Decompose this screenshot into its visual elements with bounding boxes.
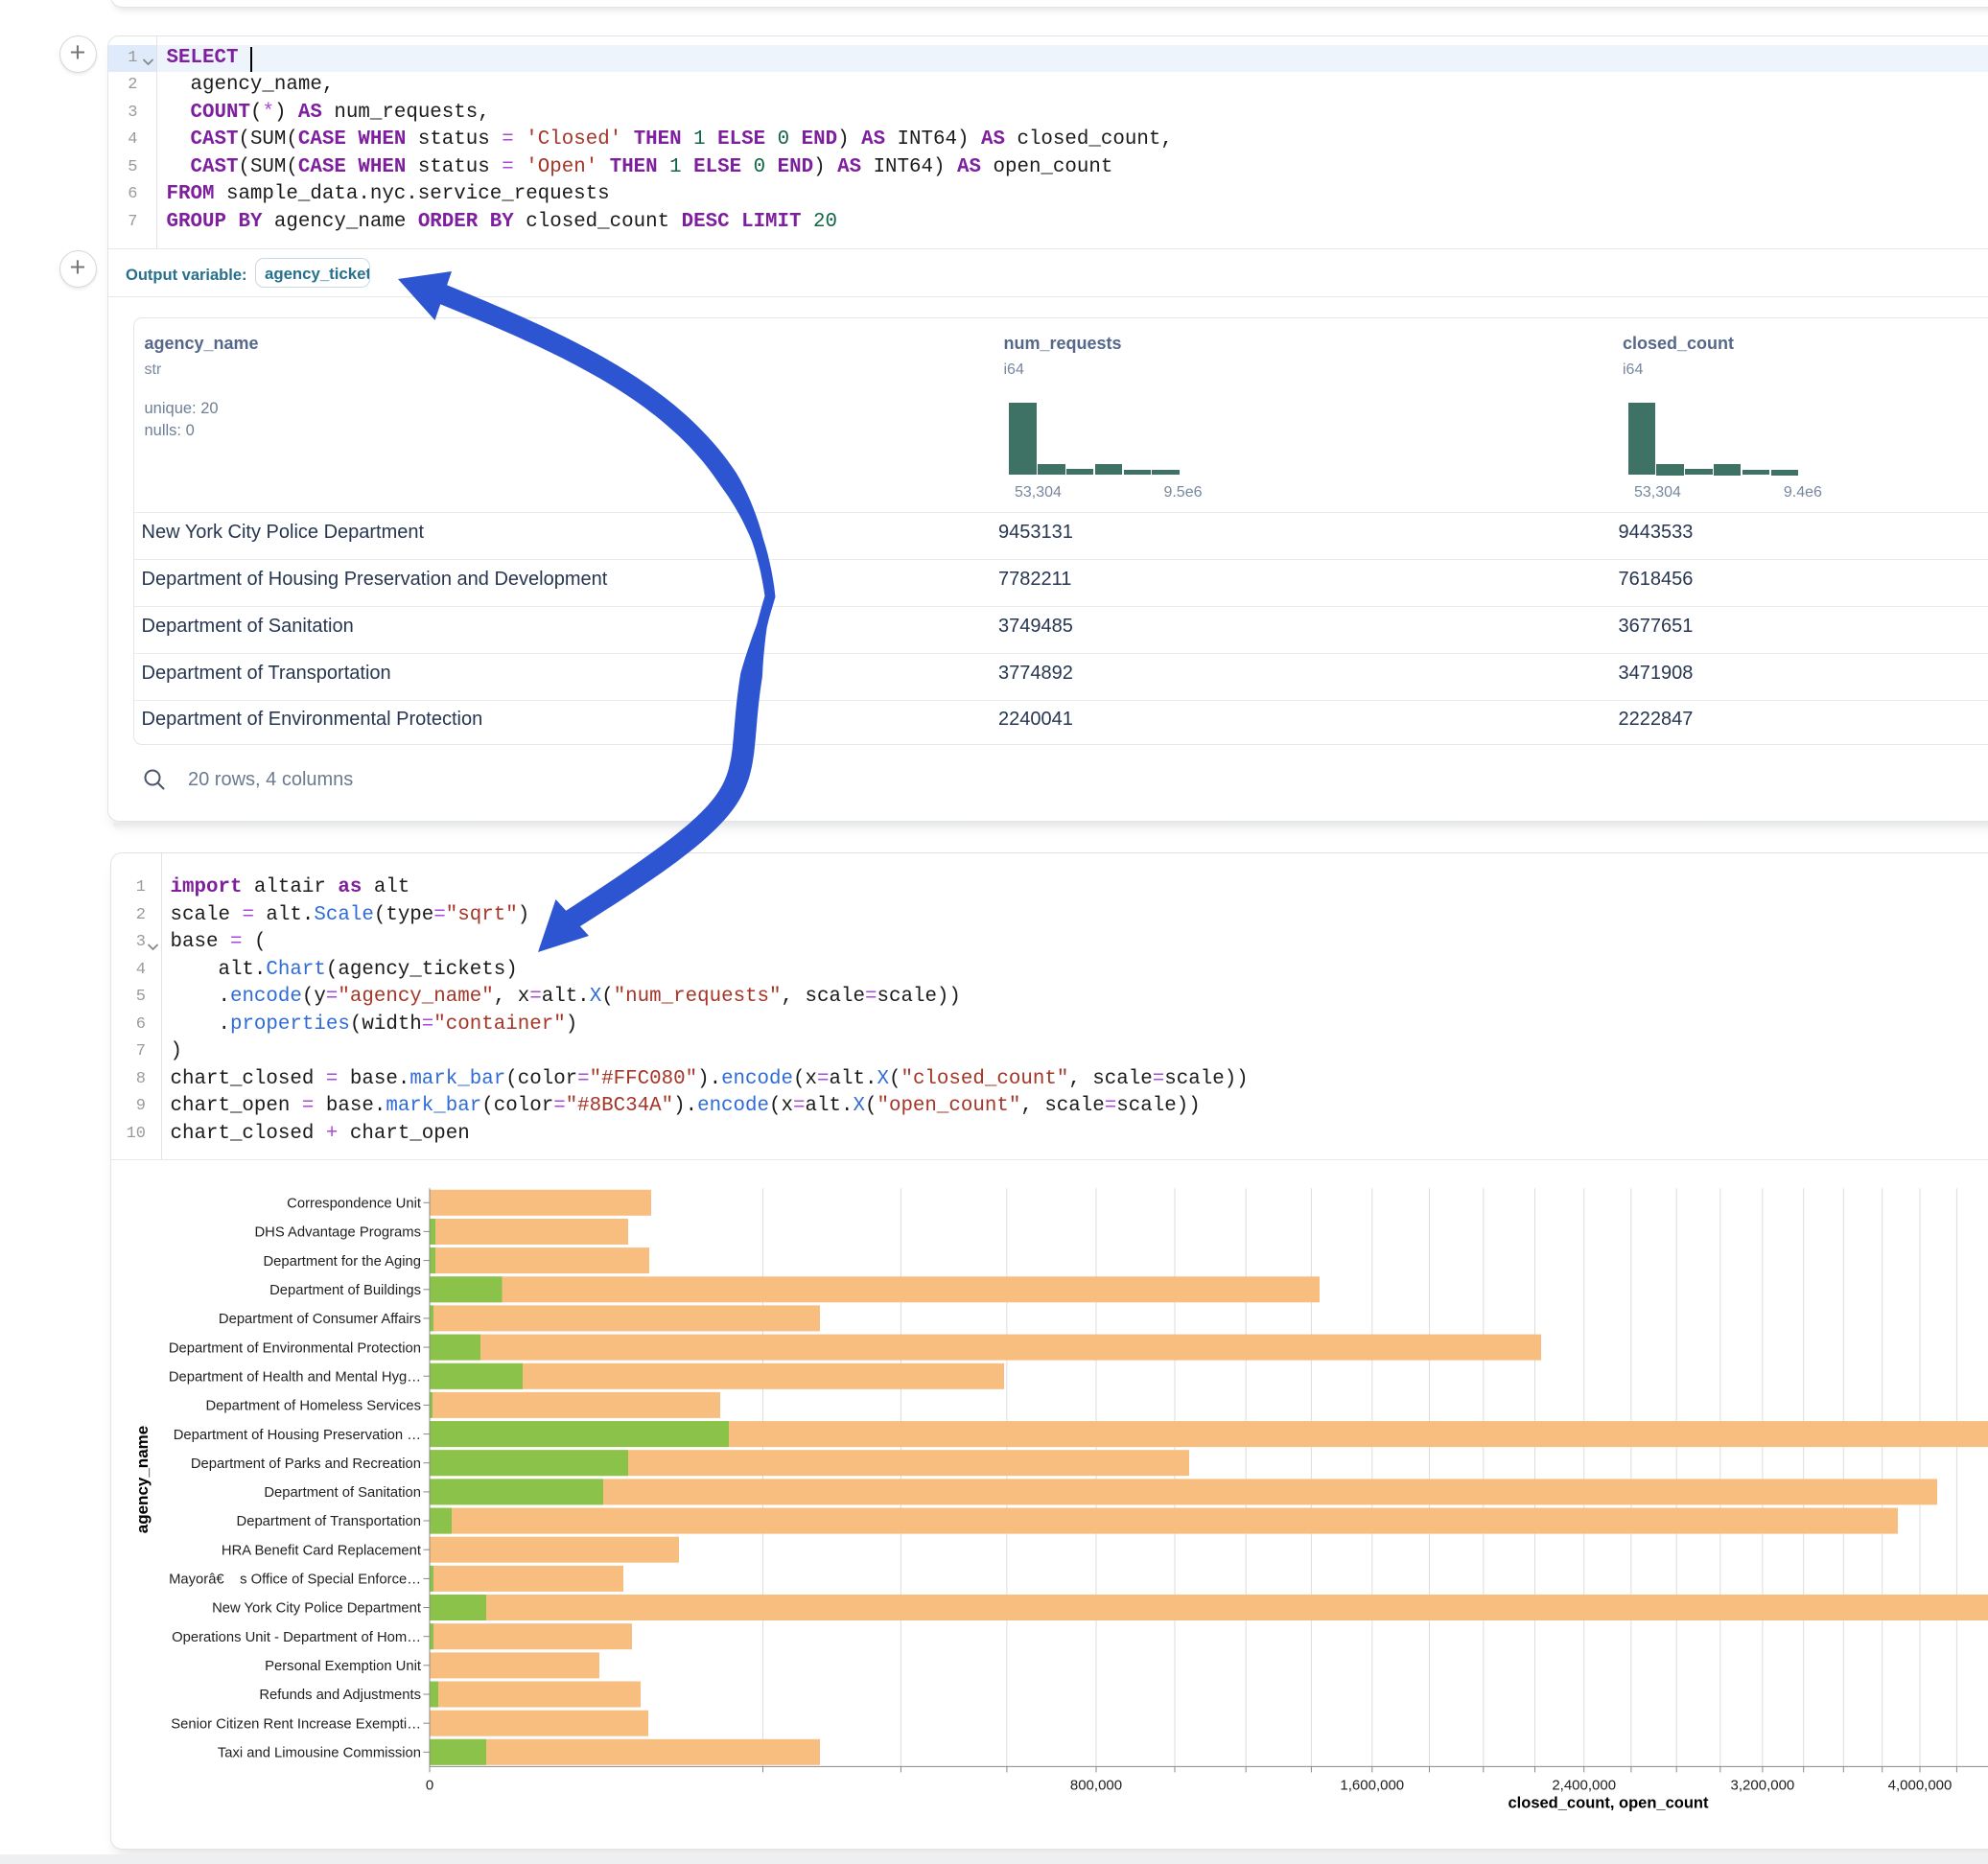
svg-text:3,200,000: 3,200,000 — [1731, 1777, 1795, 1793]
svg-text:New York City Police Departmen: New York City Police Department — [212, 1601, 421, 1617]
svg-text:Department of Buildings: Department of Buildings — [269, 1283, 421, 1298]
svg-text:Department for the Aging: Department for the Aging — [263, 1254, 421, 1270]
svg-text:HRA Benefit Card Replacement: HRA Benefit Card Replacement — [222, 1543, 421, 1558]
svg-text:Department of Sanitation: Department of Sanitation — [264, 1485, 421, 1501]
svg-text:Senior Citizen Rent Increase E: Senior Citizen Rent Increase Exempti… — [171, 1716, 421, 1732]
svg-text:closed_count, open_count: closed_count, open_count — [1508, 1795, 1709, 1812]
svg-text:Department of Environmental Pr: Department of Environmental Protection — [169, 1340, 421, 1356]
svg-text:Correspondence Unit: Correspondence Unit — [287, 1197, 421, 1212]
svg-text:0: 0 — [426, 1777, 433, 1793]
svg-text:Department of Parks and Recrea: Department of Parks and Recreation — [191, 1456, 421, 1472]
svg-text:Department of Health and Menta: Department of Health and Mental Hyg… — [169, 1369, 421, 1385]
svg-text:DHS Advantage Programs: DHS Advantage Programs — [254, 1225, 421, 1241]
svg-text:Personal Exemption Unit: Personal Exemption Unit — [265, 1659, 421, 1674]
svg-text:2,400,000: 2,400,000 — [1552, 1777, 1616, 1793]
svg-text:Department of Transportation: Department of Transportation — [237, 1514, 421, 1529]
svg-text:Department of Homeless Service: Department of Homeless Services — [205, 1399, 421, 1414]
svg-text:Department of Housing Preserva: Department of Housing Preservation … — [174, 1428, 421, 1443]
svg-text:Department of Consumer Affairs: Department of Consumer Affairs — [219, 1312, 421, 1327]
svg-text:Taxi and Limousine Commission: Taxi and Limousine Commission — [218, 1746, 421, 1761]
svg-text:Mayorâ€ s Office of Special E: Mayorâ€ s Office of Special Enforce… — [169, 1573, 421, 1588]
svg-text:Operations Unit - Department o: Operations Unit - Department of Hom… — [172, 1630, 421, 1645]
svg-text:Refunds and Adjustments: Refunds and Adjustments — [259, 1688, 421, 1703]
svg-text:1,600,000: 1,600,000 — [1340, 1777, 1404, 1793]
svg-text:agency_name: agency_name — [133, 1426, 152, 1533]
svg-text:800,000: 800,000 — [1070, 1777, 1122, 1793]
svg-text:4,000,000: 4,000,000 — [1888, 1777, 1953, 1793]
